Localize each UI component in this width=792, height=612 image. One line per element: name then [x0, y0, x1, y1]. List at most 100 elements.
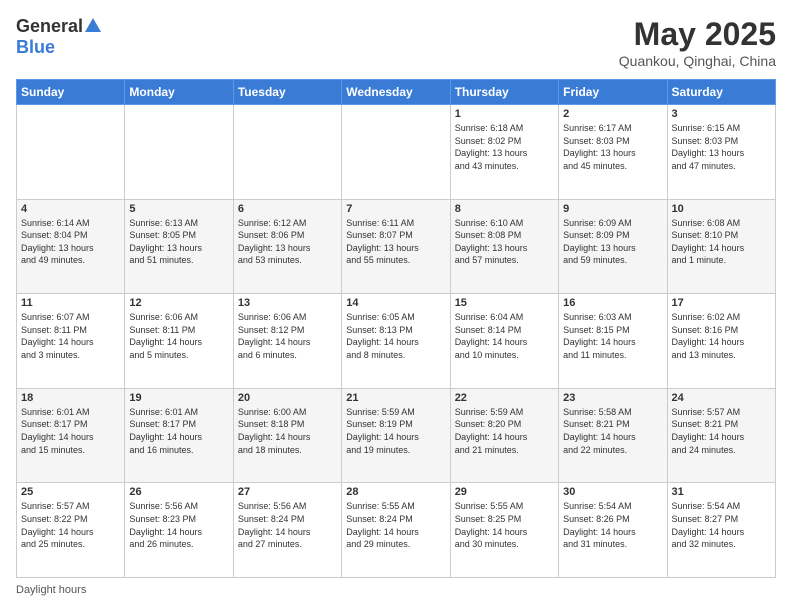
calendar-week-row: 1 Sunrise: 6:18 AM Sunset: 8:02 PM Daylig…: [17, 105, 776, 200]
day-info: Sunrise: 5:54 AM Sunset: 8:27 PM Dayligh…: [672, 500, 771, 550]
day-header-thursday: Thursday: [450, 80, 558, 105]
table-row: 29 Sunrise: 5:55 AM Sunset: 8:25 PM Dayli…: [450, 483, 558, 578]
table-row: [342, 105, 450, 200]
day-number: 25: [21, 486, 120, 498]
table-row: 27Sunrise: 5:56 AM Sunset: 8:24 PM Dayli…: [233, 483, 341, 578]
day-header-monday: Monday: [125, 80, 233, 105]
calendar-week-row: 4Sunrise: 6:14 AM Sunset: 8:04 PM Daylig…: [17, 199, 776, 294]
table-row: 2Sunrise: 6:17 AM Sunset: 8:03 PM Daylig…: [559, 105, 667, 200]
day-info: Sunrise: 5:57 AM Sunset: 8:22 PM Dayligh…: [21, 500, 120, 550]
day-number: 5: [129, 203, 228, 215]
table-row: 1 Sunrise: 6:18 AM Sunset: 8:02 PM Daylig…: [450, 105, 558, 200]
table-row: [233, 105, 341, 200]
day-info: Sunrise: 6:04 AM Sunset: 8:14 PM Dayligh…: [455, 311, 554, 361]
day-info: Sunrise: 6:11 AM Sunset: 8:07 PM Dayligh…: [346, 217, 445, 267]
day-number: 2: [563, 108, 662, 120]
day-info: Sunrise: 6:13 AM Sunset: 8:05 PM Dayligh…: [129, 217, 228, 267]
day-info: Sunrise: 6:08 AM Sunset: 8:10 PM Dayligh…: [672, 217, 771, 267]
day-number: 3: [672, 108, 771, 120]
footer: Daylight hours: [16, 584, 776, 596]
title-block: May 2025 Quankou, Qinghai, China: [619, 16, 776, 69]
table-row: 31 Sunrise: 5:54 AM Sunset: 8:27 PM Dayli…: [667, 483, 775, 578]
day-number: 17: [672, 297, 771, 309]
day-info: Sunrise: 6:03 AM Sunset: 8:15 PM Dayligh…: [563, 311, 662, 361]
table-row: 22 Sunrise: 5:59 AM Sunset: 8:20 PM Dayli…: [450, 388, 558, 483]
day-header-tuesday: Tuesday: [233, 80, 341, 105]
day-number: 26: [129, 486, 228, 498]
day-number: 11: [21, 297, 120, 309]
day-info: Sunrise: 5:57 AM Sunset: 8:21 PM Dayligh…: [672, 406, 771, 456]
day-info: Sunrise: 6:06 AM Sunset: 8:11 PM Dayligh…: [129, 311, 228, 361]
day-number: 31: [672, 486, 771, 498]
day-number: 14: [346, 297, 445, 309]
table-row: 3 Sunrise: 6:15 AM Sunset: 8:03 PM Daylig…: [667, 105, 775, 200]
table-row: 20 Sunrise: 6:00 AM Sunset: 8:18 PM Dayli…: [233, 388, 341, 483]
table-row: 16 Sunrise: 6:03 AM Sunset: 8:15 PM Dayli…: [559, 294, 667, 389]
day-number: 18: [21, 392, 120, 404]
day-info: Sunrise: 5:56 AM Sunset: 8:24 PM Dayligh…: [238, 500, 337, 550]
day-info: Sunrise: 6:05 AM Sunset: 8:13 PM Dayligh…: [346, 311, 445, 361]
day-info: Sunrise: 5:58 AM Sunset: 8:21 PM Dayligh…: [563, 406, 662, 456]
table-row: 8 Sunrise: 6:10 AM Sunset: 8:08 PM Daylig…: [450, 199, 558, 294]
daylight-hours-label: Daylight hours: [16, 584, 86, 596]
table-row: 11Sunrise: 6:07 AM Sunset: 8:11 PM Dayli…: [17, 294, 125, 389]
day-info: Sunrise: 6:06 AM Sunset: 8:12 PM Dayligh…: [238, 311, 337, 361]
table-row: 18 Sunrise: 6:01 AM Sunset: 8:17 PM Dayli…: [17, 388, 125, 483]
table-row: 14 Sunrise: 6:05 AM Sunset: 8:13 PM Dayli…: [342, 294, 450, 389]
day-number: 10: [672, 203, 771, 215]
logo: General Blue: [16, 16, 101, 58]
table-row: 21 Sunrise: 5:59 AM Sunset: 8:19 PM Dayli…: [342, 388, 450, 483]
day-number: 7: [346, 203, 445, 215]
table-row: 30Sunrise: 5:54 AM Sunset: 8:26 PM Dayli…: [559, 483, 667, 578]
day-number: 29: [455, 486, 554, 498]
day-number: 12: [129, 297, 228, 309]
day-info: Sunrise: 6:18 AM Sunset: 8:02 PM Dayligh…: [455, 122, 554, 172]
day-number: 16: [563, 297, 662, 309]
day-number: 21: [346, 392, 445, 404]
header-row: SundayMondayTuesdayWednesdayThursdayFrid…: [17, 80, 776, 105]
day-header-saturday: Saturday: [667, 80, 775, 105]
table-row: 6Sunrise: 6:12 AM Sunset: 8:06 PM Daylig…: [233, 199, 341, 294]
day-info: Sunrise: 6:10 AM Sunset: 8:08 PM Dayligh…: [455, 217, 554, 267]
day-number: 1: [455, 108, 554, 120]
table-row: [17, 105, 125, 200]
table-row: 23 Sunrise: 5:58 AM Sunset: 8:21 PM Dayli…: [559, 388, 667, 483]
day-info: Sunrise: 6:14 AM Sunset: 8:04 PM Dayligh…: [21, 217, 120, 267]
table-row: 4Sunrise: 6:14 AM Sunset: 8:04 PM Daylig…: [17, 199, 125, 294]
day-info: Sunrise: 6:02 AM Sunset: 8:16 PM Dayligh…: [672, 311, 771, 361]
month-title: May 2025: [619, 16, 776, 53]
day-info: Sunrise: 6:01 AM Sunset: 8:17 PM Dayligh…: [129, 406, 228, 456]
day-info: Sunrise: 6:00 AM Sunset: 8:18 PM Dayligh…: [238, 406, 337, 456]
day-info: Sunrise: 6:15 AM Sunset: 8:03 PM Dayligh…: [672, 122, 771, 172]
day-number: 13: [238, 297, 337, 309]
day-number: 23: [563, 392, 662, 404]
day-header-friday: Friday: [559, 80, 667, 105]
day-info: Sunrise: 5:55 AM Sunset: 8:24 PM Dayligh…: [346, 500, 445, 550]
day-info: Sunrise: 5:59 AM Sunset: 8:19 PM Dayligh…: [346, 406, 445, 456]
day-number: 8: [455, 203, 554, 215]
table-row: 24Sunrise: 5:57 AM Sunset: 8:21 PM Dayli…: [667, 388, 775, 483]
logo-triangle-icon: [85, 18, 101, 32]
calendar-week-row: 18 Sunrise: 6:01 AM Sunset: 8:17 PM Dayli…: [17, 388, 776, 483]
calendar-week-row: 11Sunrise: 6:07 AM Sunset: 8:11 PM Dayli…: [17, 294, 776, 389]
day-number: 22: [455, 392, 554, 404]
day-info: Sunrise: 6:01 AM Sunset: 8:17 PM Dayligh…: [21, 406, 120, 456]
header: General Blue May 2025 Quankou, Qinghai, …: [16, 16, 776, 69]
table-row: 26Sunrise: 5:56 AM Sunset: 8:23 PM Dayli…: [125, 483, 233, 578]
day-header-sunday: Sunday: [17, 80, 125, 105]
table-row: 9Sunrise: 6:09 AM Sunset: 8:09 PM Daylig…: [559, 199, 667, 294]
table-row: [125, 105, 233, 200]
calendar-table: SundayMondayTuesdayWednesdayThursdayFrid…: [16, 79, 776, 578]
table-row: 15Sunrise: 6:04 AM Sunset: 8:14 PM Dayli…: [450, 294, 558, 389]
day-info: Sunrise: 6:12 AM Sunset: 8:06 PM Dayligh…: [238, 217, 337, 267]
day-info: Sunrise: 5:59 AM Sunset: 8:20 PM Dayligh…: [455, 406, 554, 456]
day-number: 20: [238, 392, 337, 404]
location: Quankou, Qinghai, China: [619, 53, 776, 69]
calendar-week-row: 25 Sunrise: 5:57 AM Sunset: 8:22 PM Dayli…: [17, 483, 776, 578]
table-row: 28 Sunrise: 5:55 AM Sunset: 8:24 PM Dayli…: [342, 483, 450, 578]
table-row: 25 Sunrise: 5:57 AM Sunset: 8:22 PM Dayli…: [17, 483, 125, 578]
day-info: Sunrise: 5:55 AM Sunset: 8:25 PM Dayligh…: [455, 500, 554, 550]
table-row: 19Sunrise: 6:01 AM Sunset: 8:17 PM Dayli…: [125, 388, 233, 483]
logo-general: General: [16, 16, 83, 37]
day-number: 28: [346, 486, 445, 498]
